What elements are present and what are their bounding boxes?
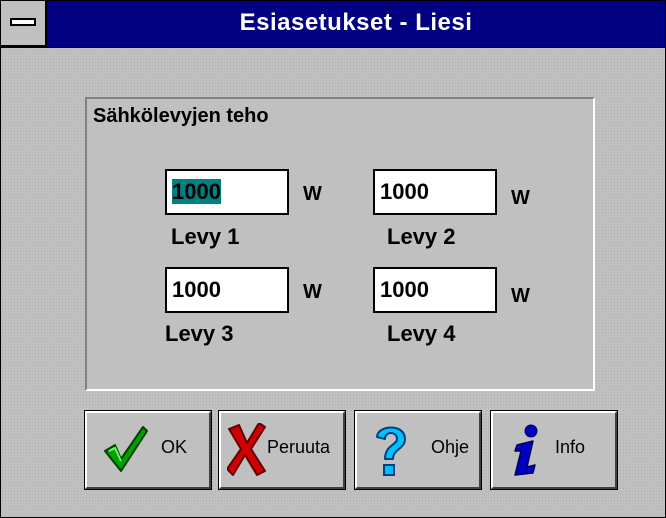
- title-bar[interactable]: Esiasetukset - Liesi: [1, 1, 665, 48]
- ok-button[interactable]: OK: [84, 410, 212, 490]
- plate-2-power-input[interactable]: 1000: [373, 169, 497, 215]
- plate-3-power-input[interactable]: 1000: [165, 267, 289, 313]
- help-button[interactable]: Ohje: [354, 410, 482, 490]
- plate-1-label: Levy 1: [171, 224, 240, 249]
- help-button-label: Ohje: [431, 437, 470, 457]
- plate-1-value: 1000: [172, 179, 221, 204]
- cancel-button[interactable]: Peruuta: [218, 410, 346, 490]
- system-menu-button[interactable]: [1, 1, 47, 47]
- cancel-button-label: Peruuta: [267, 437, 331, 457]
- red-x-icon: [227, 423, 266, 476]
- plate-3-unit: W: [303, 281, 322, 303]
- plate-4-value: 1000: [380, 277, 429, 302]
- plate-4-power-input[interactable]: 1000: [373, 267, 497, 313]
- info-button-label: Info: [555, 437, 586, 457]
- power-settings-group: Sähkölevyjen teho 1000 W Levy 1 1000 W L…: [85, 97, 595, 391]
- plate-2-value: 1000: [380, 179, 429, 204]
- info-icon: [514, 424, 538, 476]
- plate-4-label: Levy 4: [387, 321, 456, 346]
- plate-1-unit: W: [303, 183, 322, 205]
- plate-3-label: Levy 3: [165, 321, 234, 346]
- plate-1-power-input[interactable]: 1000: [165, 169, 289, 215]
- group-label: Sähkölevyjen teho: [93, 105, 269, 127]
- info-button[interactable]: Info: [490, 410, 618, 490]
- system-menu-icon: [10, 18, 36, 26]
- plate-2-label: Levy 2: [387, 224, 456, 249]
- dialog-window: Esiasetukset - Liesi Sähkölevyjen teho 1…: [0, 0, 666, 518]
- question-mark-icon: [376, 426, 406, 476]
- window-title: Esiasetukset - Liesi: [239, 9, 473, 36]
- ok-button-label: OK: [161, 437, 188, 457]
- plate-4-unit: W: [511, 285, 530, 307]
- plate-2-unit: W: [511, 187, 530, 209]
- plate-3-value: 1000: [172, 277, 221, 302]
- checkmark-icon: [104, 426, 148, 472]
